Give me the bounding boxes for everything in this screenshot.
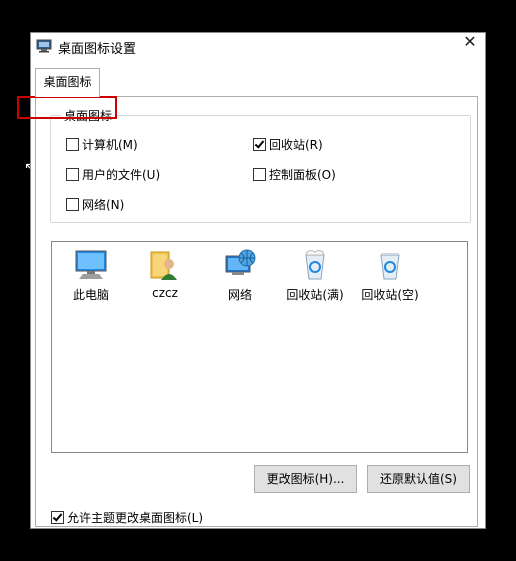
checkbox-box[interactable] (253, 138, 266, 151)
title-bar: 桌面图标设置 ✕ (31, 33, 485, 63)
checkbox-box[interactable] (253, 168, 266, 181)
checkbox-box[interactable] (66, 138, 79, 151)
checkbox-label: 控制面板(O) (269, 168, 336, 182)
close-button[interactable]: ✕ (459, 33, 481, 51)
desktop-icons-group: 桌面图标 计算机(M) 回收站(R) 用户的文件(U) 控制面板(O) 网络(N… (50, 107, 471, 223)
checkbox-user-files[interactable]: 用户的文件(U) (66, 166, 160, 183)
highlight-box (17, 96, 117, 119)
desktop-icon-list[interactable]: 此电脑 czcz 网络 回收站(满) 回收站(空) (51, 241, 468, 453)
computer-icon (75, 250, 107, 279)
icon-label: czcz (152, 286, 178, 300)
restore-default-button[interactable]: 还原默认值(S) (367, 465, 470, 493)
tab-desktop-icons[interactable]: 桌面图标 (35, 68, 100, 97)
recycle-bin-empty-icon (380, 253, 400, 280)
tab-strip: 桌面图标 (31, 68, 485, 98)
window-title: 桌面图标设置 (58, 42, 137, 57)
icon-item-recycle-full[interactable]: 回收站(满) (280, 248, 350, 303)
icon-item-this-pc[interactable]: 此电脑 (56, 248, 126, 303)
checkbox-computer[interactable]: 计算机(M) (66, 136, 138, 153)
checkbox-box[interactable] (51, 511, 64, 524)
icon-item-recycle-empty[interactable]: 回收站(空) (355, 248, 425, 303)
user-folder-icon (150, 251, 177, 280)
checkbox-label: 允许主题更改桌面图标(L) (67, 511, 204, 525)
checkbox-network[interactable]: 网络(N) (66, 196, 124, 213)
icon-item-user[interactable]: czcz (130, 248, 200, 300)
icon-label: 回收站(空) (361, 288, 419, 302)
network-icon (225, 249, 256, 275)
icon-item-network[interactable]: 网络 (205, 248, 275, 303)
checkbox-recycle-bin[interactable]: 回收站(R) (253, 136, 323, 153)
desktop-settings-icon (36, 39, 52, 53)
icon-label: 回收站(满) (286, 288, 344, 302)
icon-label: 此电脑 (72, 288, 109, 302)
checkbox-box[interactable] (66, 168, 79, 181)
recycle-bin-full-icon (305, 250, 325, 280)
checkbox-control-panel[interactable]: 控制面板(O) (253, 166, 336, 183)
icon-label: 网络 (227, 288, 252, 302)
checkbox-box[interactable] (66, 198, 79, 211)
tab-panel: 桌面图标 计算机(M) 回收站(R) 用户的文件(U) 控制面板(O) 网络(N… (35, 96, 478, 527)
checkbox-label: 用户的文件(U) (82, 168, 161, 182)
change-icon-button[interactable]: 更改图标(H)... (254, 465, 357, 493)
checkbox-label: 计算机(M) (82, 138, 138, 152)
allow-theme-change-checkbox[interactable]: 允许主题更改桌面图标(L) (51, 509, 203, 526)
checkbox-label: 回收站(R) (269, 138, 323, 152)
checkbox-label: 网络(N) (82, 198, 125, 212)
